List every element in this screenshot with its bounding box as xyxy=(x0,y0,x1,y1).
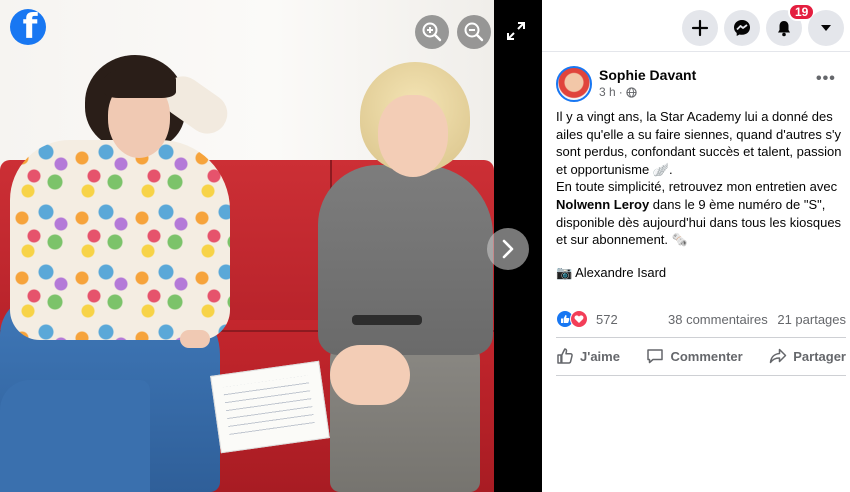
shares-count[interactable]: 21 partages xyxy=(777,312,846,327)
create-button[interactable] xyxy=(682,10,718,46)
next-photo-button[interactable] xyxy=(487,228,529,270)
thumbs-up-icon xyxy=(557,348,573,364)
zoom-in-button[interactable] xyxy=(415,15,449,49)
photo-viewer: f xyxy=(0,0,542,492)
photo-credit: 📷 Alexandre Isard xyxy=(556,265,667,280)
bell-icon xyxy=(778,21,790,37)
messenger-icon xyxy=(734,20,750,36)
reactions-summary[interactable]: 572 xyxy=(556,310,618,328)
divider xyxy=(556,375,846,376)
author-name[interactable]: Sophie Davant xyxy=(599,67,696,83)
post-paragraph-2: En toute simplicité, retrouvez mon entre… xyxy=(556,179,842,248)
share-icon xyxy=(769,348,787,364)
messenger-button[interactable] xyxy=(724,10,760,46)
post-actions: J'aime Commenter Partager xyxy=(556,340,846,372)
comment-icon xyxy=(647,349,664,364)
post-options-button[interactable]: ••• xyxy=(816,70,836,88)
comment-label: Commenter xyxy=(670,348,743,364)
facebook-logo[interactable]: f xyxy=(10,9,46,45)
top-bar: 19 xyxy=(542,0,850,52)
post-panel: 19 Sophie Davant 3 h · ••• Il y a vingt … xyxy=(542,0,850,492)
divider xyxy=(556,337,846,338)
post-stats: 38 commentaires 21 partages xyxy=(668,312,846,327)
zoom-out-button[interactable] xyxy=(457,15,491,49)
post-body: Il y a vingt ans, la Star Academy lui a … xyxy=(556,108,846,249)
caret-down-icon xyxy=(821,25,831,31)
post-photo xyxy=(0,0,494,492)
like-label: J'aime xyxy=(580,348,620,364)
expand-icon[interactable] xyxy=(505,20,527,42)
like-button[interactable]: J'aime xyxy=(556,347,620,365)
share-label: Partager xyxy=(793,348,846,364)
zoom-out-icon xyxy=(464,22,484,42)
account-menu-button[interactable] xyxy=(808,10,844,46)
tagged-person[interactable]: Nolwenn Leroy xyxy=(556,197,649,212)
logo-letter: f xyxy=(22,9,38,45)
comments-count[interactable]: 38 commentaires xyxy=(668,312,768,327)
plus-icon xyxy=(691,19,709,37)
comment-button[interactable]: Commenter xyxy=(646,347,743,365)
reaction-count: 572 xyxy=(596,311,618,327)
post-meta: 3 h · xyxy=(599,85,637,99)
post-time[interactable]: 3 h xyxy=(599,85,616,99)
chevron-right-icon xyxy=(502,239,514,259)
love-reaction-icon xyxy=(570,310,588,328)
zoom-in-icon xyxy=(422,22,442,42)
author-avatar[interactable] xyxy=(556,66,592,102)
paper-sheet xyxy=(210,360,330,454)
post-paragraph-1: Il y a vingt ans, la Star Academy lui a … xyxy=(556,109,842,177)
share-button[interactable]: Partager xyxy=(769,347,846,365)
app-root: f 19 Sophie Davant 3 h · ••• Il y a ving… xyxy=(0,0,850,492)
globe-icon xyxy=(626,86,637,98)
